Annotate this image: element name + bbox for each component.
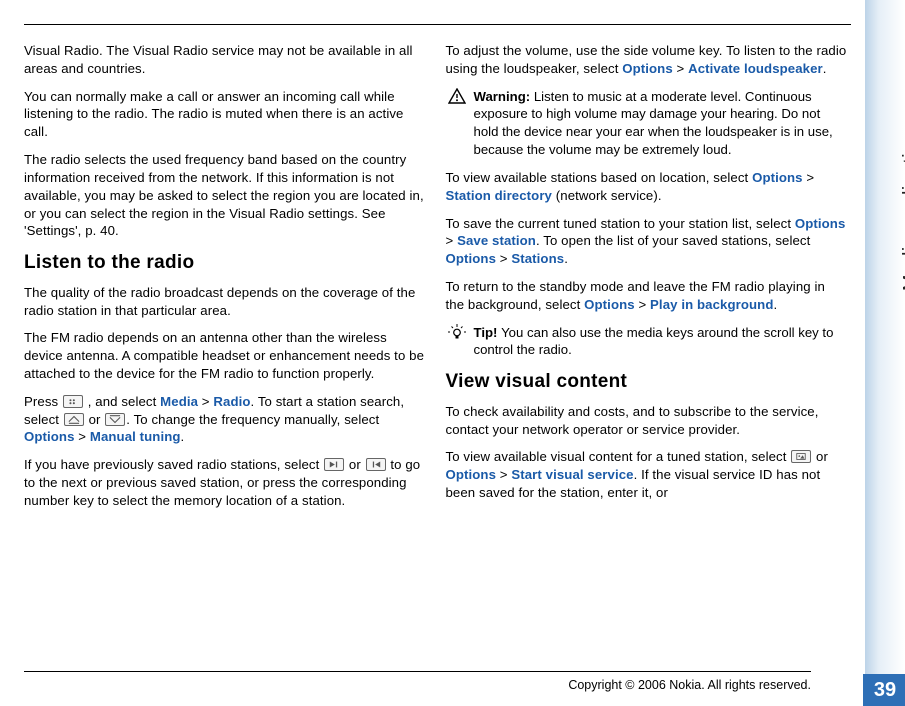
next-station-icon xyxy=(324,458,344,471)
warning-block: Warning: Listen to music at a moderate l… xyxy=(446,88,848,159)
visual-service-key-icon xyxy=(791,450,811,463)
page-number: 39 xyxy=(863,674,905,706)
seek-down-icon xyxy=(105,413,125,426)
link-stations: Stations xyxy=(511,251,564,266)
paragraph: To save the current tuned station to you… xyxy=(446,215,848,268)
tip-text: You can also use the media keys around t… xyxy=(474,325,834,358)
menu-key-icon xyxy=(63,395,83,408)
left-column: Visual Radio. The Visual Radio service m… xyxy=(24,42,426,642)
warning-body: Warning: Listen to music at a moderate l… xyxy=(474,88,848,159)
warning-icon xyxy=(448,88,466,104)
tip-block: Tip! You can also use the media keys aro… xyxy=(446,324,848,360)
paragraph: To adjust the volume, use the side volum… xyxy=(446,42,848,78)
text: To view available visual content for a t… xyxy=(446,449,791,464)
link-options: Options xyxy=(24,429,75,444)
paragraph: The FM radio depends on an antenna other… xyxy=(24,329,426,382)
link-options: Options xyxy=(446,467,497,482)
paragraph: The radio selects the used frequency ban… xyxy=(24,151,426,240)
text: or xyxy=(812,449,828,464)
link-media: Media xyxy=(160,394,198,409)
link-play-in-background: Play in background xyxy=(650,297,773,312)
tip-body: Tip! You can also use the media keys aro… xyxy=(474,324,848,360)
link-options: Options xyxy=(622,61,673,76)
text: . To open the list of your saved station… xyxy=(536,233,810,248)
link-start-visual-service: Start visual service xyxy=(511,467,633,482)
text: > xyxy=(446,233,458,248)
text: . xyxy=(181,429,185,444)
footer-copyright: Copyright © 2006 Nokia. All rights reser… xyxy=(24,671,811,692)
paragraph: Visual Radio. The Visual Radio service m… xyxy=(24,42,426,78)
heading-visual-content: View visual content xyxy=(446,369,848,395)
link-options: Options xyxy=(584,297,635,312)
prev-station-icon xyxy=(366,458,386,471)
text: > xyxy=(635,297,650,312)
text: > xyxy=(496,467,511,482)
heading-listen: Listen to the radio xyxy=(24,250,426,276)
tip-icon xyxy=(448,324,466,340)
paragraph: To check availability and costs, and to … xyxy=(446,403,848,439)
link-save-station: Save station xyxy=(457,233,536,248)
right-column: To adjust the volume, use the side volum… xyxy=(446,42,848,642)
paragraph: To return to the standby mode and leave … xyxy=(446,278,848,314)
text: > xyxy=(673,61,688,76)
page-content: Visual Radio. The Visual Radio service m… xyxy=(0,0,865,706)
text: Press xyxy=(24,394,62,409)
warning-label: Warning: xyxy=(474,89,534,104)
text: . xyxy=(564,251,568,266)
text: . xyxy=(773,297,777,312)
text: . To change the frequency manually, sele… xyxy=(126,412,379,427)
link-options: Options xyxy=(795,216,846,231)
text: If you have previously saved radio stati… xyxy=(24,457,323,472)
text: > xyxy=(496,251,511,266)
text: > xyxy=(198,394,213,409)
two-column-layout: Visual Radio. The Visual Radio service m… xyxy=(24,42,847,642)
link-activate-loudspeaker: Activate loudspeaker xyxy=(688,61,823,76)
text: or xyxy=(85,412,104,427)
side-tab: Media applications 39 xyxy=(865,0,905,706)
link-radio: Radio xyxy=(213,394,250,409)
text: or xyxy=(345,457,364,472)
paragraph: Press , and select Media > Radio. To sta… xyxy=(24,393,426,446)
text: To view available stations based on loca… xyxy=(446,170,753,185)
side-section-label: Media applications xyxy=(900,120,905,291)
text: > xyxy=(803,170,815,185)
link-options: Options xyxy=(446,251,497,266)
tip-label: Tip! xyxy=(474,325,502,340)
paragraph: To view available stations based on loca… xyxy=(446,169,848,205)
text: > xyxy=(75,429,90,444)
link-manual-tuning: Manual tuning xyxy=(90,429,181,444)
text: (network service). xyxy=(552,188,662,203)
link-options: Options xyxy=(752,170,803,185)
paragraph: To view available visual content for a t… xyxy=(446,448,848,501)
paragraph: The quality of the radio broadcast depen… xyxy=(24,284,426,320)
paragraph: You can normally make a call or answer a… xyxy=(24,88,426,141)
seek-up-icon xyxy=(64,413,84,426)
link-station-directory: Station directory xyxy=(446,188,553,203)
text: To save the current tuned station to you… xyxy=(446,216,795,231)
text: . xyxy=(823,61,827,76)
paragraph: If you have previously saved radio stati… xyxy=(24,456,426,509)
text: , and select xyxy=(84,394,160,409)
